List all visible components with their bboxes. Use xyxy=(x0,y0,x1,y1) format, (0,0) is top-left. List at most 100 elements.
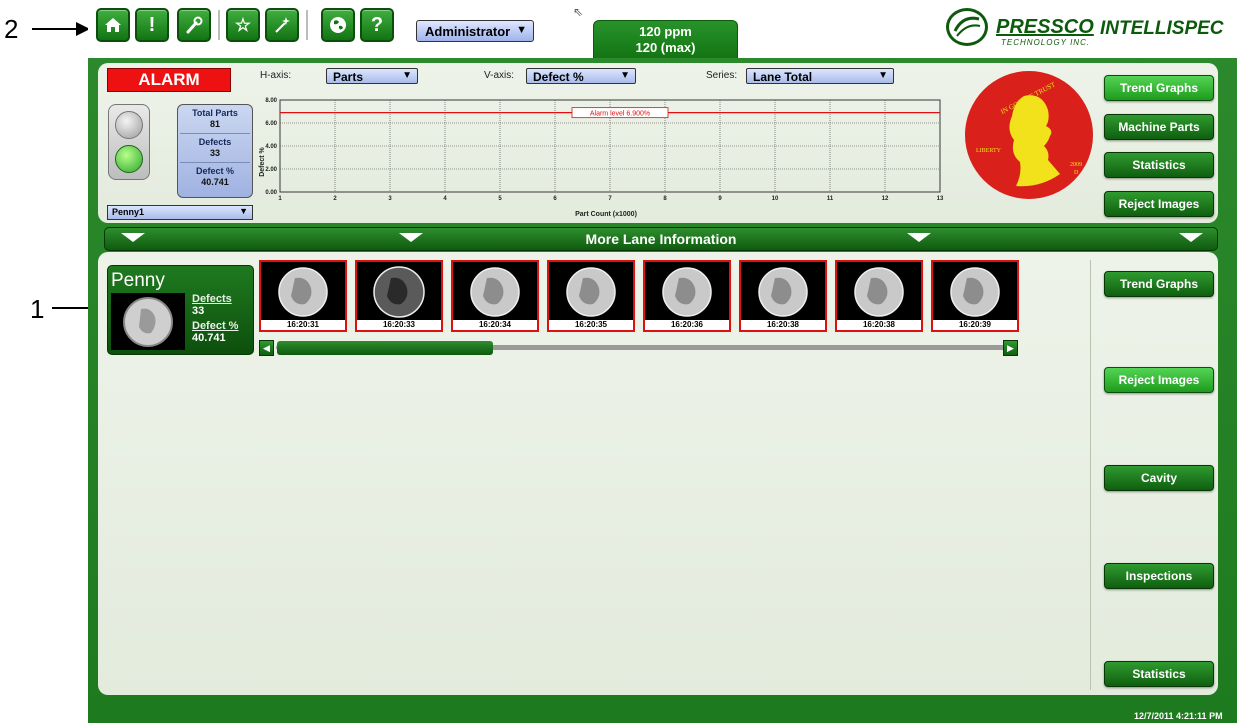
x-tick-label: 13 xyxy=(937,196,944,202)
h-axis-value: Parts xyxy=(333,70,364,84)
y-tick-label: 8.00 xyxy=(265,98,277,104)
mouse-cursor-icon: ⇖ xyxy=(573,5,584,19)
wizard-button[interactable] xyxy=(265,8,299,42)
top-nav-machine-parts-button[interactable]: Machine Parts xyxy=(1104,114,1214,140)
company-name: PRESSCO xyxy=(996,16,1094,38)
defects-value: 33 xyxy=(209,148,220,158)
chevron-down-icon xyxy=(1179,233,1203,242)
coin-liberty: LIBERTY xyxy=(976,148,1002,154)
side-nav-statistics-button[interactable]: Statistics xyxy=(1104,661,1214,687)
reject-image xyxy=(854,267,904,317)
reject-image-time: 16:20:38 xyxy=(837,320,921,330)
alarms-button[interactable]: ! xyxy=(135,8,169,42)
reject-image-thumbnail[interactable]: 16:20:38 xyxy=(739,260,827,332)
side-nav-inspections-button[interactable]: Inspections xyxy=(1104,563,1214,589)
reject-image-time: 16:20:34 xyxy=(453,320,537,330)
top-nav-statistics-button[interactable]: Statistics xyxy=(1104,152,1214,178)
lane-value: Penny1 xyxy=(112,207,145,217)
status-light-on-icon xyxy=(115,145,143,173)
side-nav-cavity-button[interactable]: Cavity xyxy=(1104,465,1214,491)
reject-image-thumbnail[interactable]: 16:20:34 xyxy=(451,260,539,332)
globe-icon xyxy=(330,17,346,33)
chevron-down-icon: ▼ xyxy=(620,70,630,81)
lane-dropdown[interactable]: Penny1 ▼ xyxy=(107,205,253,220)
lane-name: Penny xyxy=(111,270,165,291)
series-dropdown[interactable]: Lane Total ▼ xyxy=(746,68,894,84)
reject-image-thumbnail[interactable]: 16:20:38 xyxy=(835,260,923,332)
defect-pct-value: 40.741 xyxy=(201,177,229,187)
reject-image-time: 16:20:35 xyxy=(549,320,633,330)
more-lane-information-bar[interactable]: More Lane Information xyxy=(104,227,1218,251)
more-lane-information-title: More Lane Information xyxy=(585,231,737,247)
side-nav-trend-graphs-button[interactable]: Trend Graphs xyxy=(1104,271,1214,297)
x-tick-label: 3 xyxy=(388,196,392,202)
screenshot-root: 2 1 ! ☆ ? Administrator ▼ ⇖ 120 ppm 120 … xyxy=(0,0,1237,723)
trend-chart: Defect % Part Count (x1000) 1 2 3 4 5 6 7 8 9 10 1… xyxy=(246,92,946,222)
reject-image-time: 16:20:33 xyxy=(357,320,441,330)
lane-stats: Defects 33 Defect % 40.741 xyxy=(192,293,238,344)
x-tick-label: 9 xyxy=(718,196,722,202)
reject-image xyxy=(470,267,520,317)
wand-icon xyxy=(275,17,290,33)
side-nav-reject-images-button[interactable]: Reject Images xyxy=(1104,367,1214,393)
coin-mint: D xyxy=(1074,170,1079,176)
reject-image-thumbnail[interactable]: 16:20:36 xyxy=(643,260,731,332)
home-button[interactable] xyxy=(96,8,130,42)
x-tick-label: 12 xyxy=(882,196,889,202)
x-tick-label: 2 xyxy=(333,196,337,202)
y-tick-label: 6.00 xyxy=(265,121,277,127)
scroll-thumb[interactable] xyxy=(277,341,493,355)
reject-image xyxy=(662,267,712,317)
language-button[interactable] xyxy=(321,8,355,42)
user-role-value: Administrator xyxy=(425,24,511,39)
product-name: INTELLISPEC xyxy=(1100,18,1224,39)
top-nav-reject-images-button[interactable]: Reject Images xyxy=(1104,191,1214,217)
reject-image xyxy=(566,267,616,317)
chevron-down-icon: ▼ xyxy=(878,70,888,81)
rate-tab[interactable]: 120 ppm 120 (max) xyxy=(593,20,738,58)
status-light xyxy=(108,104,150,180)
v-axis-dropdown[interactable]: Defect % ▼ xyxy=(526,68,636,84)
help-icon: ? xyxy=(370,13,384,36)
status-light-off-icon xyxy=(115,111,143,139)
x-tick-label: 1 xyxy=(278,196,282,202)
trend-chart-svg: Defect % Part Count (x1000) 1 2 3 4 5 6 7 8 9 10 1… xyxy=(259,98,944,218)
tools-button[interactable] xyxy=(177,8,211,42)
chevron-down-icon xyxy=(121,233,145,242)
lane-summary-card[interactable]: Penny Defects 33 Defect % 40.741 xyxy=(107,265,254,355)
reject-image-scrollbar[interactable]: ◀ ▶ xyxy=(259,340,1027,356)
v-axis-value: Defect % xyxy=(533,70,584,84)
toolbar-separator xyxy=(218,10,220,40)
chevron-down-icon: ▼ xyxy=(516,24,527,36)
top-toolbar: ! ☆ ? Administrator ▼ ⇖ 120 ppm 120 (max… xyxy=(88,0,1237,58)
x-tick-label: 7 xyxy=(608,196,612,202)
h-axis-dropdown[interactable]: Parts ▼ xyxy=(326,68,418,84)
y-tick-label: 4.00 xyxy=(265,144,277,150)
top-nav-trend-graphs-button[interactable]: Trend Graphs xyxy=(1104,75,1214,101)
favorites-button[interactable]: ☆ xyxy=(226,8,260,42)
counter-divider xyxy=(180,133,250,134)
alarm-line: Alarm level 6.900% xyxy=(280,107,940,119)
scroll-right-button[interactable]: ▶ xyxy=(1003,340,1018,356)
reject-image-thumbnail[interactable]: 16:20:39 xyxy=(931,260,1019,332)
toolbar-separator xyxy=(306,10,308,40)
reject-image-thumbnail[interactable]: 16:20:33 xyxy=(355,260,443,332)
callout-2-label: 2 xyxy=(4,14,19,44)
reject-image xyxy=(278,267,328,317)
x-tick-label: 10 xyxy=(772,196,779,202)
help-button[interactable]: ? xyxy=(360,8,394,42)
reject-image-thumbnail[interactable]: 16:20:35 xyxy=(547,260,635,332)
alarm-indicator: ALARM xyxy=(107,68,231,92)
scroll-left-button[interactable]: ◀ xyxy=(259,340,274,356)
callout-1-label: 1 xyxy=(30,294,45,324)
reject-image-thumbnail[interactable]: 16:20:31 xyxy=(259,260,347,332)
user-role-dropdown[interactable]: Administrator ▼ xyxy=(416,20,534,42)
status-timestamp: 12/7/2011 4:21:11 PM xyxy=(1134,711,1223,721)
chevron-down-icon xyxy=(907,233,931,242)
penny-product-image: IN GOD WE TRUST LIBERTY 2009 D xyxy=(964,70,1094,200)
total-parts-value: 81 xyxy=(209,119,220,129)
chevron-down-icon: ▼ xyxy=(402,70,412,81)
lane-defects-label: Defects xyxy=(192,293,232,305)
total-parts-label: Total Parts xyxy=(192,108,238,118)
series-label: Series: xyxy=(706,70,738,81)
